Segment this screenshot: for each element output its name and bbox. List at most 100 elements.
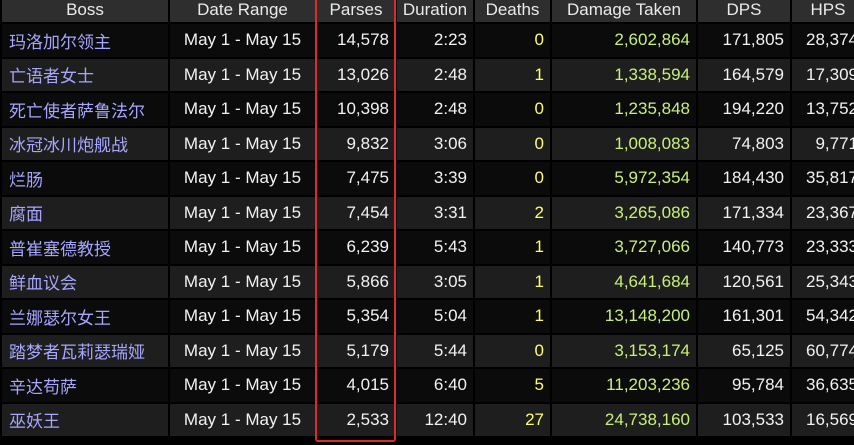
dps-cell: 103,533 [698, 403, 790, 436]
boss-stats-table: Boss Date Range Parses Duration Deaths D… [0, 0, 854, 438]
damage-taken-cell: 1,008,083 [552, 127, 696, 160]
dps-cell: 140,773 [698, 231, 790, 264]
hps-cell: 9,771 [792, 127, 854, 160]
table-row: 普崔塞德教授 May 1 - May 15 6,239 5:43 1 3,727… [2, 231, 854, 264]
hps-cell: 25,343 [792, 265, 854, 298]
boss-name-link[interactable]: 普崔塞德教授 [2, 231, 168, 264]
boss-name-link[interactable]: 冰冠冰川炮舰战 [2, 127, 168, 160]
column-header-deaths[interactable]: Deaths [475, 0, 550, 22]
damage-taken-cell: 3,265,086 [552, 196, 696, 229]
table-row: 烂肠 May 1 - May 15 7,475 3:39 0 5,972,354… [2, 162, 854, 195]
duration-cell: 5:44 [397, 334, 473, 367]
deaths-cell: 1 [475, 58, 550, 91]
boss-name-link[interactable]: 死亡使者萨鲁法尔 [2, 93, 168, 126]
dps-cell: 184,430 [698, 162, 790, 195]
dps-cell: 171,334 [698, 196, 790, 229]
damage-taken-cell: 3,727,066 [552, 231, 696, 264]
table-row: 鲜血议会 May 1 - May 15 5,866 3:05 1 4,641,6… [2, 265, 854, 298]
hps-cell: 23,367 [792, 196, 854, 229]
damage-taken-cell: 4,641,684 [552, 265, 696, 298]
deaths-cell: 1 [475, 300, 550, 333]
deaths-cell: 0 [475, 24, 550, 57]
deaths-cell: 0 [475, 127, 550, 160]
column-header-damage-taken[interactable]: Damage Taken [552, 0, 696, 22]
column-header-dps[interactable]: DPS [698, 0, 790, 22]
date-range-cell: May 1 - May 15 [170, 265, 315, 298]
date-range-cell: May 1 - May 15 [170, 196, 315, 229]
boss-name-link[interactable]: 踏梦者瓦莉瑟瑞娅 [2, 334, 168, 367]
boss-name-link[interactable]: 烂肠 [2, 162, 168, 195]
parses-cell: 5,354 [317, 300, 395, 333]
dps-cell: 171,805 [698, 24, 790, 57]
date-range-cell: May 1 - May 15 [170, 231, 315, 264]
dps-cell: 65,125 [698, 334, 790, 367]
boss-name-link[interactable]: 亡语者女士 [2, 58, 168, 91]
damage-taken-cell: 13,148,200 [552, 300, 696, 333]
hps-cell: 54,342 [792, 300, 854, 333]
column-header-hps[interactable]: HPS [792, 0, 854, 22]
date-range-cell: May 1 - May 15 [170, 24, 315, 57]
hps-cell: 60,774 [792, 334, 854, 367]
deaths-cell: 2 [475, 196, 550, 229]
duration-cell: 5:43 [397, 231, 473, 264]
table-row: 玛洛加尔领主 May 1 - May 15 14,578 2:23 0 2,60… [2, 24, 854, 57]
parses-cell: 5,179 [317, 334, 395, 367]
hps-cell: 16,569 [792, 403, 854, 436]
column-header-duration[interactable]: Duration [397, 0, 473, 22]
parses-cell: 5,866 [317, 265, 395, 298]
damage-taken-cell: 1,235,848 [552, 93, 696, 126]
date-range-cell: May 1 - May 15 [170, 162, 315, 195]
parses-cell: 6,239 [317, 231, 395, 264]
dps-cell: 74,803 [698, 127, 790, 160]
duration-cell: 3:06 [397, 127, 473, 160]
hps-cell: 17,309 [792, 58, 854, 91]
hps-cell: 35,817 [792, 162, 854, 195]
parses-cell: 7,454 [317, 196, 395, 229]
duration-cell: 3:39 [397, 162, 473, 195]
duration-cell: 2:48 [397, 58, 473, 91]
boss-name-link[interactable]: 辛达苟萨 [2, 369, 168, 402]
deaths-cell: 1 [475, 231, 550, 264]
column-header-boss[interactable]: Boss [2, 0, 168, 22]
dps-cell: 161,301 [698, 300, 790, 333]
table-row: 辛达苟萨 May 1 - May 15 4,015 6:40 5 11,203,… [2, 369, 854, 402]
boss-name-link[interactable]: 巫妖王 [2, 403, 168, 436]
dps-cell: 120,561 [698, 265, 790, 298]
hps-cell: 28,374 [792, 24, 854, 57]
deaths-cell: 0 [475, 93, 550, 126]
deaths-cell: 27 [475, 403, 550, 436]
deaths-cell: 0 [475, 334, 550, 367]
table-row: 腐面 May 1 - May 15 7,454 3:31 2 3,265,086… [2, 196, 854, 229]
damage-taken-cell: 2,602,864 [552, 24, 696, 57]
table-row: 巫妖王 May 1 - May 15 2,533 12:40 27 24,738… [2, 403, 854, 436]
boss-name-link[interactable]: 鲜血议会 [2, 265, 168, 298]
date-range-cell: May 1 - May 15 [170, 300, 315, 333]
date-range-cell: May 1 - May 15 [170, 369, 315, 402]
date-range-cell: May 1 - May 15 [170, 334, 315, 367]
duration-cell: 3:05 [397, 265, 473, 298]
parses-cell: 14,578 [317, 24, 395, 57]
damage-taken-cell: 3,153,174 [552, 334, 696, 367]
column-header-date-range[interactable]: Date Range [170, 0, 315, 22]
date-range-cell: May 1 - May 15 [170, 58, 315, 91]
table-row: 死亡使者萨鲁法尔 May 1 - May 15 10,398 2:48 0 1,… [2, 93, 854, 126]
date-range-cell: May 1 - May 15 [170, 403, 315, 436]
hps-cell: 36,635 [792, 369, 854, 402]
column-header-parses[interactable]: Parses [317, 0, 395, 22]
boss-name-link[interactable]: 玛洛加尔领主 [2, 24, 168, 57]
date-range-cell: May 1 - May 15 [170, 127, 315, 160]
deaths-cell: 1 [475, 265, 550, 298]
deaths-cell: 0 [475, 162, 550, 195]
deaths-cell: 5 [475, 369, 550, 402]
hps-cell: 13,752 [792, 93, 854, 126]
parses-cell: 7,475 [317, 162, 395, 195]
parses-cell: 13,026 [317, 58, 395, 91]
table-row: 踏梦者瓦莉瑟瑞娅 May 1 - May 15 5,179 5:44 0 3,1… [2, 334, 854, 367]
boss-stats-panel: Boss Date Range Parses Duration Deaths D… [0, 0, 854, 445]
boss-name-link[interactable]: 腐面 [2, 196, 168, 229]
parses-cell: 4,015 [317, 369, 395, 402]
damage-taken-cell: 24,738,160 [552, 403, 696, 436]
parses-cell: 2,533 [317, 403, 395, 436]
dps-cell: 95,784 [698, 369, 790, 402]
boss-name-link[interactable]: 兰娜瑟尔女王 [2, 300, 168, 333]
